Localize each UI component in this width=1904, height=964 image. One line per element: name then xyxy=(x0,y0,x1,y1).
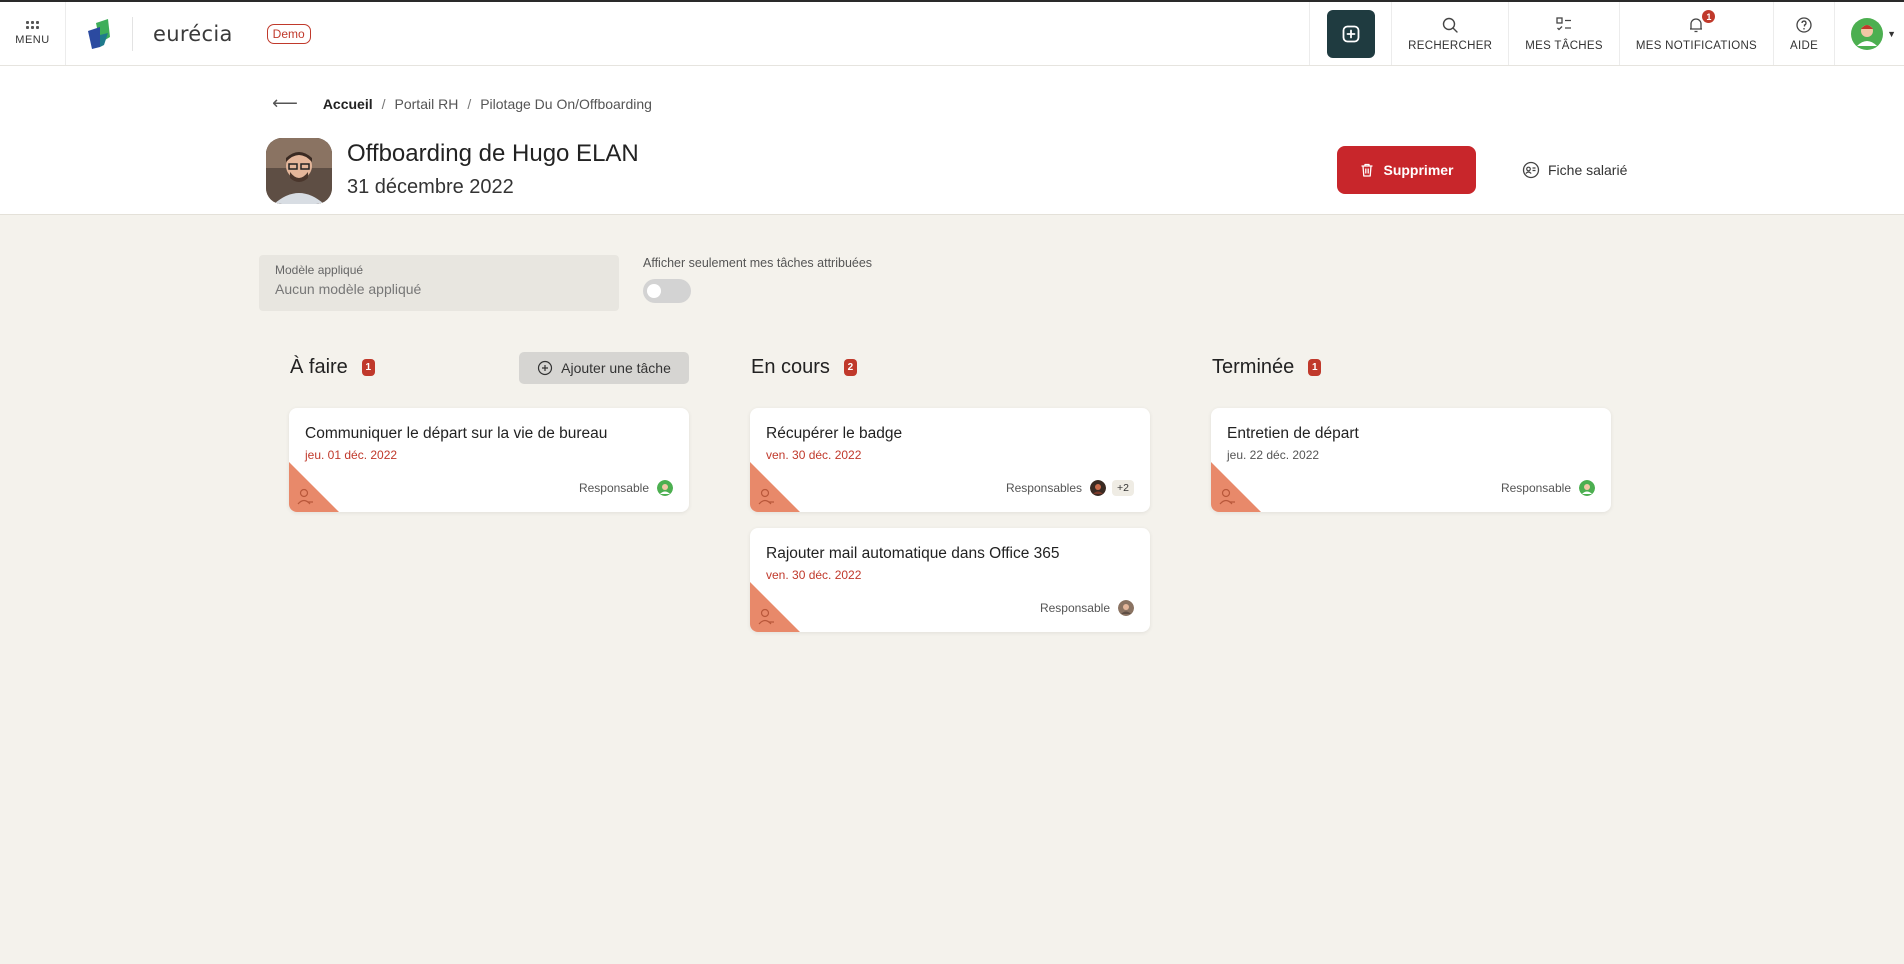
nav-notifications[interactable]: 1 MES NOTIFICATIONS xyxy=(1618,2,1773,65)
employee-file-button[interactable]: Fiche salarié xyxy=(1522,146,1627,194)
breadcrumb-portal[interactable]: Portail RH xyxy=(395,96,459,112)
responsible-label: Responsables xyxy=(1005,481,1083,495)
task-list-icon xyxy=(1556,16,1572,30)
breadcrumb-separator: / xyxy=(467,95,472,112)
menu-button[interactable]: MENU xyxy=(0,2,66,65)
grid-icon xyxy=(26,21,39,29)
trash-icon xyxy=(1361,163,1373,177)
quick-add xyxy=(1309,2,1391,65)
column-header-todo: À faire 1 xyxy=(290,356,375,379)
column-title: Terminée xyxy=(1212,356,1295,378)
responsible-label: Responsable xyxy=(578,481,649,495)
nav-search[interactable]: RECHERCHER xyxy=(1391,2,1508,65)
demo-badge: Demo xyxy=(266,23,311,44)
assignee-corner-icon xyxy=(750,582,800,632)
column-count-badge: 2 xyxy=(843,359,857,376)
add-task-button[interactable]: Ajouter une tâche xyxy=(519,352,689,384)
divider xyxy=(132,16,133,51)
nav-my-tasks[interactable]: MES TÂCHES xyxy=(1508,2,1619,65)
employee-file-label: Fiche salarié xyxy=(1548,162,1628,178)
column-header-done: Terminée 1 xyxy=(1212,356,1322,379)
task-responsible: Responsable xyxy=(579,480,673,496)
nav-help-label: AIDE xyxy=(1790,39,1819,52)
task-due-date: ven. 30 déc. 2022 xyxy=(766,568,862,582)
plus-circle-icon xyxy=(538,360,553,376)
plus-circle-icon xyxy=(1342,25,1360,42)
task-title: Récupérer le badge xyxy=(766,425,903,442)
task-title: Rajouter mail automatique dans Office 36… xyxy=(766,545,1060,562)
column-title: En cours xyxy=(751,356,830,378)
task-due-date: jeu. 22 déc. 2022 xyxy=(1227,448,1320,462)
eurecia-logo-icon xyxy=(88,18,110,49)
applied-model-label: Modèle appliqué xyxy=(275,263,364,277)
toggle-knob xyxy=(647,284,661,298)
brand-name: eurécia xyxy=(153,21,233,46)
my-tasks-toggle[interactable] xyxy=(643,279,691,303)
task-card[interactable]: Récupérer le badge ven. 30 déc. 2022 Res… xyxy=(750,408,1150,512)
nav-notifications-label: MES NOTIFICATIONS xyxy=(1635,39,1758,52)
task-responsible: Responsable xyxy=(1501,480,1595,496)
assignee-corner-icon xyxy=(289,462,339,512)
column-header-in-progress: En cours 2 xyxy=(751,356,857,379)
menu-label: MENU xyxy=(15,34,50,46)
breadcrumb-current[interactable]: Pilotage Du On/Offboarding xyxy=(480,96,652,112)
back-arrow-icon[interactable]: ⟵ xyxy=(272,93,298,114)
user-menu[interactable]: ▼ xyxy=(1834,2,1904,65)
delete-button-label: Supprimer xyxy=(1383,162,1454,178)
column-count-badge: 1 xyxy=(361,359,375,376)
search-icon xyxy=(1443,17,1458,33)
top-bar: MENU eurécia Demo RECHERCHER MES TÂCHES … xyxy=(0,0,1904,66)
task-card[interactable]: Rajouter mail automatique dans Office 36… xyxy=(750,528,1150,632)
more-responsibles-badge[interactable]: +2 xyxy=(1112,480,1134,496)
notification-count-badge: 1 xyxy=(1702,10,1716,23)
column-count-badge: 1 xyxy=(1308,359,1322,376)
logo[interactable] xyxy=(66,2,116,65)
applied-model-value: Aucun modèle appliqué xyxy=(275,281,422,297)
task-title: Entretien de départ xyxy=(1227,425,1359,442)
offboarding-date: 31 décembre 2022 xyxy=(347,176,514,198)
my-tasks-toggle-label: Afficher seulement mes tâches attribuées xyxy=(643,256,873,270)
applied-model-field[interactable]: Modèle appliqué Aucun modèle appliqué xyxy=(259,255,619,311)
responsible-label: Responsable xyxy=(1039,601,1110,615)
breadcrumb-separator: / xyxy=(381,95,386,112)
employee-photo xyxy=(266,138,332,204)
add-task-label: Ajouter une tâche xyxy=(561,360,671,376)
task-card[interactable]: Entretien de départ jeu. 22 déc. 2022 Re… xyxy=(1211,408,1611,512)
chevron-down-icon: ▼ xyxy=(1887,28,1896,39)
task-due-date: ven. 30 déc. 2022 xyxy=(766,448,862,462)
help-icon xyxy=(1796,16,1812,33)
task-due-date: jeu. 01 déc. 2022 xyxy=(305,448,398,462)
user-avatar-icon xyxy=(1851,17,1884,50)
task-responsible: Responsables +2 xyxy=(1006,480,1134,496)
assignee-corner-icon xyxy=(1211,462,1261,512)
avatar xyxy=(1118,600,1134,616)
assignee-corner-icon xyxy=(750,462,800,512)
quick-add-button[interactable] xyxy=(1326,9,1375,58)
task-card[interactable]: Communiquer le départ sur la vie de bure… xyxy=(289,408,689,512)
breadcrumb: ⟵ Accueil / Portail RH / Pilotage Du On/… xyxy=(272,93,652,114)
employee-card-icon xyxy=(1522,161,1540,179)
delete-button[interactable]: Supprimer xyxy=(1337,146,1476,194)
nav-help[interactable]: AIDE xyxy=(1773,2,1834,65)
avatar xyxy=(1579,480,1595,496)
breadcrumb-home[interactable]: Accueil xyxy=(323,96,373,112)
page-title: Offboarding de Hugo ELAN xyxy=(347,140,639,167)
column-title: À faire xyxy=(290,356,348,378)
responsible-label: Responsable xyxy=(1500,481,1571,495)
task-responsible: Responsable xyxy=(1040,600,1134,616)
avatar xyxy=(1090,480,1107,496)
nav-my-tasks-label: MES TÂCHES xyxy=(1525,39,1603,52)
nav-search-label: RECHERCHER xyxy=(1408,39,1493,52)
page-header: ⟵ Accueil / Portail RH / Pilotage Du On/… xyxy=(0,66,1904,215)
task-title: Communiquer le départ sur la vie de bure… xyxy=(305,425,608,442)
avatar xyxy=(657,480,673,496)
